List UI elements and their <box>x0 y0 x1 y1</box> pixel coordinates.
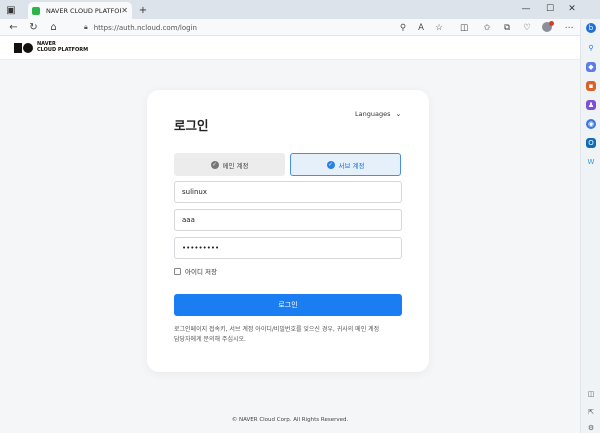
remember-id-checkbox[interactable] <box>174 267 181 275</box>
login-button[interactable]: 로그인 <box>174 294 402 316</box>
search-sidebar-icon[interactable]: ⚲ <box>586 43 596 53</box>
footer-copyright: © NAVER Cloud Corp. All Rights Reserved. <box>231 417 349 423</box>
open-external-icon[interactable]: ⇱ <box>586 407 596 417</box>
naver-cloud-logo[interactable]: NAVER CLOUD PLATFORM <box>14 41 89 53</box>
browser-tab[interactable]: NAVER CLOUD PLATFORM ✕ <box>28 2 132 19</box>
microsoft365-icon[interactable]: ◉ <box>586 119 596 129</box>
bing-chat-icon[interactable]: b <box>586 23 596 33</box>
close-window-button[interactable]: ✕ <box>562 2 582 16</box>
sidebar-toggle-icon[interactable]: ◫ <box>586 389 596 399</box>
favorite-star-icon[interactable]: ☆ <box>432 20 446 35</box>
tab-actions-icon[interactable]: ▣ <box>4 3 18 17</box>
address-url: https://auth.ncloud.com/login <box>93 23 197 32</box>
edge-sidebar: b ⚲ ◆ ▪ ♟ ◉ O W ◫ ⇱ ⚙ <box>580 19 600 433</box>
home-icon[interactable]: ⌂ <box>46 20 61 35</box>
logo-mark-icon <box>14 42 33 53</box>
chevron-down-icon: ⌄ <box>395 110 402 118</box>
page-header: NAVER CLOUD PLATFORM <box>0 36 580 60</box>
address-bar[interactable]: 🔒︎ https://auth.ncloud.com/login <box>84 20 448 35</box>
languages-label: Languages <box>355 110 391 118</box>
languages-dropdown[interactable]: Languages ⌄ <box>355 110 401 118</box>
password-field[interactable]: ••••••••• <box>174 237 402 259</box>
tab-title: NAVER CLOUD PLATFORM <box>46 6 122 15</box>
outlook-icon[interactable]: O <box>586 138 596 148</box>
favorites-icon[interactable]: ✩ <box>480 20 494 35</box>
new-tab-button[interactable]: + <box>136 3 150 17</box>
tools-icon[interactable]: ▪ <box>586 81 596 91</box>
designer-icon[interactable]: W <box>586 157 596 167</box>
refresh-icon[interactable]: ↻ <box>26 20 41 35</box>
browser-tabbar: ▣ NAVER CLOUD PLATFORM ✕ + — ☐ ✕ <box>0 0 600 19</box>
tab-main-account-label: 메인 계정 <box>222 161 249 170</box>
search-icon[interactable]: ⚲ <box>396 20 410 35</box>
tab-sub-account-label: 서브 계정 <box>338 161 365 170</box>
lock-icon: 🔒︎ <box>84 23 88 31</box>
profile-avatar[interactable] <box>542 21 554 32</box>
login-title: 로그인 <box>174 118 209 133</box>
settings-gear-icon[interactable]: ⚙ <box>586 423 596 433</box>
more-menu-icon[interactable]: ⋯ <box>562 20 576 35</box>
minimize-button[interactable]: — <box>516 2 536 16</box>
check-circle-icon: ✓ <box>210 160 219 169</box>
browser-toolbar: ← ↻ ⌂ 🔒︎ https://auth.ncloud.com/login ⚲… <box>0 19 600 36</box>
tab-main-account[interactable]: ✓ 메인 계정 <box>174 153 285 176</box>
split-screen-icon[interactable]: ◫ <box>457 20 471 35</box>
remember-id[interactable]: 아이디 저장 <box>174 266 217 276</box>
read-aloud-icon[interactable]: A <box>414 20 428 35</box>
shopping-icon[interactable]: ◆ <box>586 62 596 72</box>
remember-id-label: 아이디 저장 <box>185 268 217 276</box>
browser-essentials-icon[interactable]: ♡ <box>520 20 534 35</box>
login-key-field[interactable]: sulinux <box>174 181 402 203</box>
notification-dot <box>549 21 554 26</box>
tab-close-icon[interactable]: ✕ <box>121 6 128 15</box>
notice-line-2: 담당자에게 문의해 주십시오. <box>174 336 246 343</box>
sub-account-id-field[interactable]: aaa <box>174 209 402 231</box>
site-favicon-icon <box>32 6 40 15</box>
logo-text-line2: CLOUD PLATFORM <box>37 46 89 53</box>
login-notice: 로그인페이지 접속키, 서브 계정 아이디/비밀번호를 잊으신 경우, 귀사의 … <box>174 325 406 345</box>
maximize-button[interactable]: ☐ <box>540 2 560 16</box>
check-circle-icon: ✓ <box>326 160 335 169</box>
tab-sub-account[interactable]: ✓ 서브 계정 <box>290 153 401 176</box>
notice-line-1: 로그인페이지 접속키, 서브 계정 아이디/비밀번호를 잊으신 경우, 귀사의 … <box>174 326 380 333</box>
collections-icon[interactable]: ⧉ <box>500 20 514 35</box>
login-card: 로그인 Languages ⌄ ✓ 메인 계정 ✓ 서브 계정 sulinux … <box>147 90 429 372</box>
back-icon[interactable]: ← <box>6 20 21 35</box>
games-icon[interactable]: ♟ <box>586 100 596 110</box>
